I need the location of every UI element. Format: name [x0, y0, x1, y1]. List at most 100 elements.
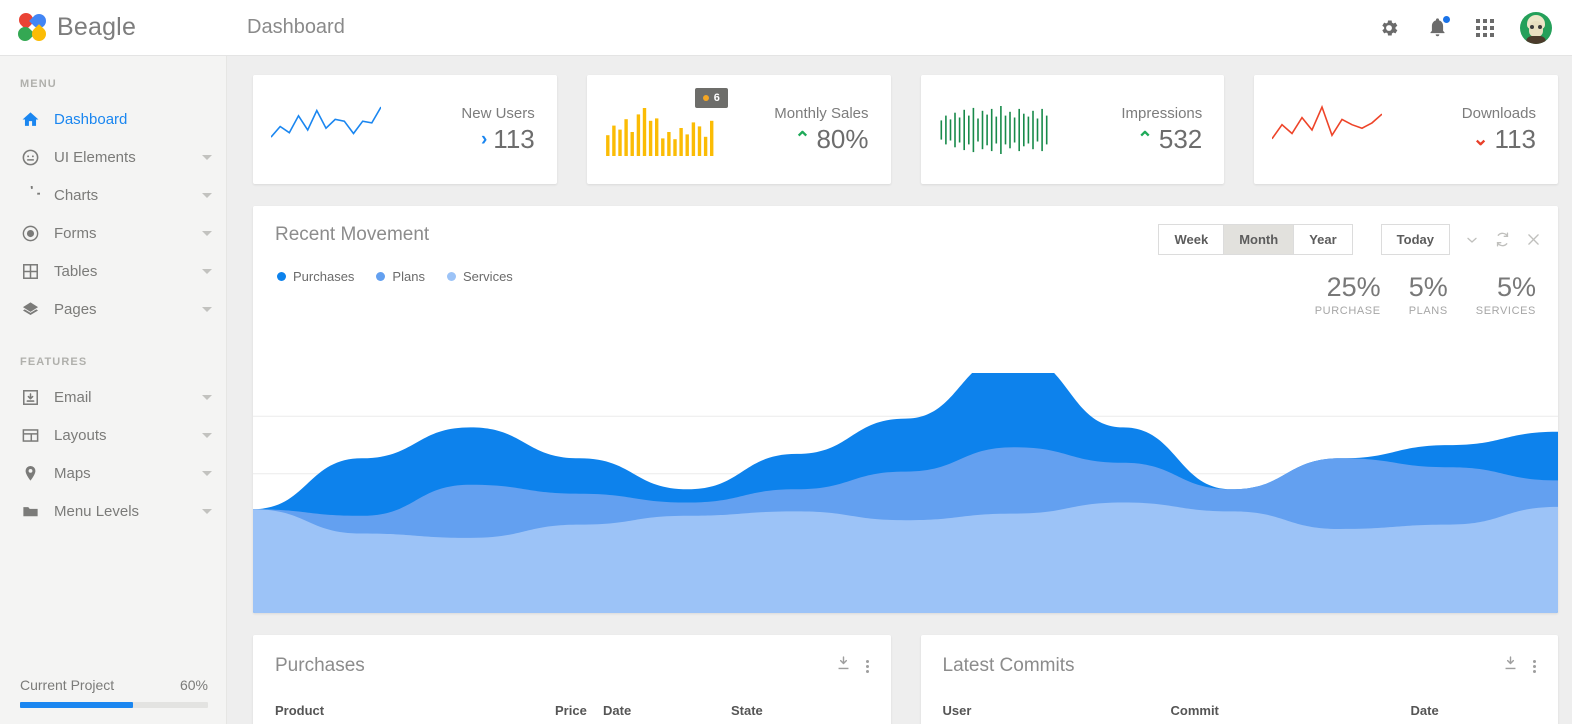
kpi-services: 5% SERVICES: [1476, 272, 1536, 317]
kpi-purchase: 25% PURCHASE: [1315, 272, 1381, 317]
sidebar-item-maps[interactable]: Maps: [0, 454, 226, 492]
stat-number: 113: [493, 124, 534, 155]
kpi-label: PURCHASE: [1315, 305, 1381, 317]
range-button-week[interactable]: Week: [1158, 224, 1224, 255]
notification-badge: [1443, 16, 1450, 23]
refresh-icon[interactable]: [1494, 231, 1511, 248]
main-content: New Users › 113 6 Monthly Sales ⌃: [227, 56, 1572, 724]
bottom-card-row: Purchases Product Price Date State: [227, 613, 1572, 724]
sidebar-item-label: Layouts: [54, 427, 202, 444]
sidebar-item-menu-levels[interactable]: Menu Levels: [0, 492, 226, 530]
apps-grid-icon[interactable]: [1472, 15, 1498, 41]
stat-card-new-users[interactable]: New Users › 113: [253, 75, 557, 184]
trend-right-icon: ›: [481, 130, 487, 149]
purchases-card: Purchases Product Price Date State: [253, 635, 891, 724]
chevron-down-icon[interactable]: [202, 395, 212, 400]
sidebar-item-label: Tables: [54, 263, 202, 280]
legend-label: Purchases: [293, 269, 354, 284]
chevron-down-icon[interactable]: [202, 193, 212, 198]
stat-text: Impressions ⌃ 532: [1121, 105, 1202, 155]
stat-text: Downloads ⌄ 113: [1462, 105, 1536, 155]
stat-label: Monthly Sales: [774, 105, 868, 122]
stat-card-row: New Users › 113 6 Monthly Sales ⌃: [227, 56, 1572, 184]
legend-label: Plans: [392, 269, 425, 284]
kpi-label: PLANS: [1409, 305, 1448, 317]
gear-icon[interactable]: [1376, 15, 1402, 41]
table-header-row: Product Price Date State: [275, 703, 869, 718]
chevron-down-icon[interactable]: [202, 509, 212, 514]
legend-item-purchases[interactable]: Purchases: [277, 269, 354, 284]
page-title: Dashboard: [247, 16, 345, 39]
stat-value: ⌄ 113: [1462, 124, 1536, 155]
sidebar-item-charts[interactable]: Charts: [0, 176, 226, 214]
more-vertical-icon[interactable]: [1533, 660, 1536, 673]
chevron-down-icon[interactable]: [202, 307, 212, 312]
chevron-down-icon[interactable]: [202, 155, 212, 160]
stat-card-impressions[interactable]: Impressions ⌃ 532: [921, 75, 1225, 184]
kpi-plans: 5% PLANS: [1409, 272, 1448, 317]
panel-header: Recent Movement Week Month Year Today: [253, 206, 1558, 255]
sparkline-new-users: [271, 104, 381, 156]
sidebar-item-label: Maps: [54, 465, 202, 482]
radio-button-icon: [20, 223, 40, 243]
beagle-flower-logo-icon: [18, 13, 48, 43]
download-icon[interactable]: [1502, 655, 1519, 677]
sidebar-item-forms[interactable]: Forms: [0, 214, 226, 252]
trend-up-icon: ⌃: [1137, 130, 1153, 149]
bell-icon[interactable]: [1424, 15, 1450, 41]
chevron-down-icon[interactable]: [202, 433, 212, 438]
brand-logo[interactable]: Beagle: [0, 0, 227, 56]
chevron-down-icon[interactable]: [202, 471, 212, 476]
sidebar-section-menu: MENU: [0, 56, 226, 100]
card-header: Purchases: [275, 655, 869, 677]
avatar[interactable]: [1520, 12, 1552, 44]
range-button-month[interactable]: Month: [1223, 224, 1294, 255]
card-tools: [1502, 655, 1536, 677]
column-header-commit: Commit: [1171, 703, 1411, 718]
legend-color-dot: [376, 272, 385, 281]
stat-card-downloads[interactable]: Downloads ⌄ 113: [1254, 75, 1558, 184]
sidebar-item-pages[interactable]: Pages: [0, 290, 226, 328]
chevron-down-icon[interactable]: [202, 269, 212, 274]
progress-percent: 60%: [180, 677, 208, 693]
trend-down-icon: ⌄: [1473, 130, 1489, 149]
sidebar-item-label: Email: [54, 389, 202, 406]
column-header-date: Date: [603, 703, 731, 718]
stat-text: New Users › 113: [461, 105, 534, 155]
map-pin-icon: [20, 463, 40, 483]
sidebar-menu-list: Dashboard UI Elements Charts: [0, 100, 226, 328]
stat-card-monthly-sales[interactable]: 6 Monthly Sales ⌃ 80%: [587, 75, 891, 184]
top-bar: Beagle Dashboard: [0, 0, 1572, 56]
sidebar-item-tables[interactable]: Tables: [0, 252, 226, 290]
today-button[interactable]: Today: [1381, 224, 1450, 255]
stat-text: Monthly Sales ⌃ 80%: [774, 105, 868, 155]
sidebar-item-label: UI Elements: [54, 149, 202, 166]
table-header-row: User Commit Date: [943, 703, 1537, 718]
sidebar-item-dashboard[interactable]: Dashboard: [0, 100, 226, 138]
more-vertical-icon[interactable]: [866, 660, 869, 673]
sidebar-item-layouts[interactable]: Layouts: [0, 416, 226, 454]
sidebar-item-label: Pages: [54, 301, 202, 318]
legend-item-services[interactable]: Services: [447, 269, 513, 284]
sparkline-tooltip: 6: [695, 88, 728, 108]
column-header-product: Product: [275, 703, 555, 718]
sidebar-item-ui-elements[interactable]: UI Elements: [0, 138, 226, 176]
stat-label: New Users: [461, 105, 534, 122]
face-circle-icon: [20, 147, 40, 167]
chevron-down-icon[interactable]: [202, 231, 212, 236]
sidebar: MENU Dashboard UI Elements Charts: [0, 56, 227, 724]
legend-item-plans[interactable]: Plans: [376, 269, 425, 284]
sidebar-item-label: Dashboard: [54, 111, 212, 128]
stat-value: › 113: [461, 124, 534, 155]
stat-number: 532: [1159, 124, 1202, 155]
progress-fill: [20, 702, 133, 708]
area-chart: [253, 373, 1558, 613]
legend-color-dot: [277, 272, 286, 281]
sidebar-item-email[interactable]: Email: [0, 378, 226, 416]
download-icon[interactable]: [835, 655, 852, 677]
sparkline-downloads: [1272, 104, 1382, 156]
kpi-label: SERVICES: [1476, 305, 1536, 317]
chevron-down-icon[interactable]: [1464, 232, 1480, 248]
range-button-year[interactable]: Year: [1293, 224, 1352, 255]
close-icon[interactable]: [1525, 231, 1542, 248]
